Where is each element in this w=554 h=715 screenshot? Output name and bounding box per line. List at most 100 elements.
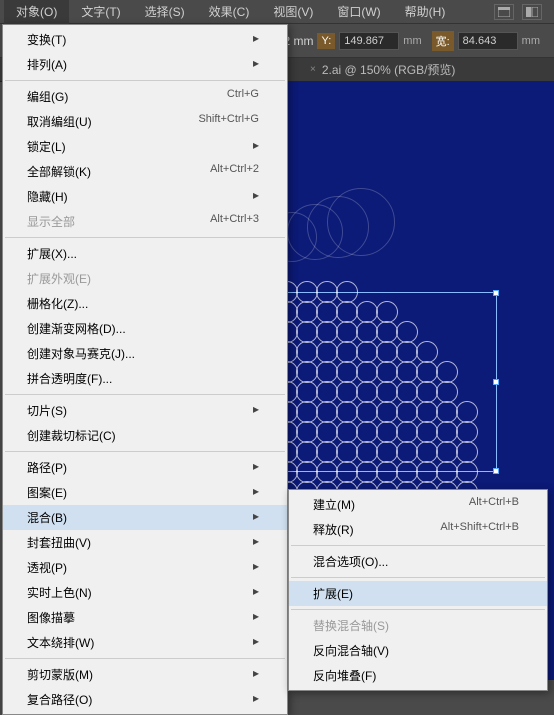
menu-item[interactable]: 扩展(E) — [289, 581, 547, 606]
menu-shortcut: Alt+Ctrl+2 — [210, 163, 259, 180]
menu-item-label: 透视(P) — [27, 559, 67, 576]
menu-item-label: 排列(A) — [27, 56, 67, 73]
menu-item-label: 实时上色(N) — [27, 584, 92, 601]
menu-item-label: 取消编组(U) — [27, 113, 92, 130]
menu-item[interactable]: 锁定(L) ▸ — [3, 134, 287, 159]
y-label: Y: — [317, 33, 335, 49]
menu-item[interactable]: 创建渐变网格(D)... — [3, 316, 287, 341]
layout-icon-2[interactable] — [522, 4, 542, 20]
menu-item-label: 扩展(X)... — [27, 245, 77, 262]
menu-item[interactable]: 变换(T) ▸ — [3, 27, 287, 52]
menu-item: 扩展外观(E) — [3, 266, 287, 291]
menu-item[interactable]: 编组(G) Ctrl+G — [3, 84, 287, 109]
menu-shortcut: Shift+Ctrl+G — [198, 113, 259, 130]
menu-item-label: 隐藏(H) — [27, 188, 68, 205]
menu-item[interactable]: 切片(S)▸ — [3, 398, 287, 423]
menu-item[interactable]: 图像描摹 ▸ — [3, 605, 287, 630]
menu-window[interactable]: 窗口(W) — [325, 0, 392, 24]
menu-item[interactable]: 剪切蒙版(M)▸ — [3, 662, 287, 687]
menu-item[interactable]: 隐藏(H) ▸ — [3, 184, 287, 209]
menu-item[interactable]: 复合路径(O)▸ — [3, 687, 287, 712]
menu-item-label: 编组(G) — [27, 88, 68, 105]
submenu-arrow-icon: ▸ — [253, 188, 259, 205]
menu-item[interactable]: 实时上色(N) ▸ — [3, 580, 287, 605]
menu-item[interactable]: 透视(P)▸ — [3, 555, 287, 580]
menu-help[interactable]: 帮助(H) — [393, 0, 458, 24]
tab-label: 2.ai @ 150% (RGB/预览) — [322, 61, 456, 78]
menu-shortcut: Alt+Ctrl+B — [469, 496, 519, 513]
submenu-arrow-icon: ▸ — [253, 534, 259, 551]
menu-item-label: 图像描摹 — [27, 609, 75, 626]
menu-object[interactable]: 对象(O) — [4, 0, 69, 24]
menu-item[interactable]: 排列(A)▸ — [3, 52, 287, 77]
menu-item-label: 图案(E) — [27, 484, 67, 501]
menu-item-label: 混合选项(O)... — [313, 553, 388, 570]
menu-item-label: 栅格化(Z)... — [27, 295, 88, 312]
menu-item-label: 全部解锁(K) — [27, 163, 91, 180]
layout-icon-1[interactable] — [494, 4, 514, 20]
tab-active[interactable]: × 2.ai @ 150% (RGB/预览) — [300, 57, 465, 82]
menu-item-label: 锁定(L) — [27, 138, 66, 155]
menu-item[interactable]: 扩展(X)... — [3, 241, 287, 266]
menu-item-label: 显示全部 — [27, 213, 75, 230]
w-input[interactable] — [458, 32, 518, 50]
blend-submenu: 建立(M) Alt+Ctrl+B 释放(R)Alt+Shift+Ctrl+B 混合选项… — [288, 489, 548, 691]
menu-item[interactable]: 图案(E) ▸ — [3, 480, 287, 505]
menu-item[interactable]: 路径(P)▸ — [3, 455, 287, 480]
menu-item[interactable]: 创建裁切标记(C) — [3, 423, 287, 448]
submenu-arrow-icon: ▸ — [253, 584, 259, 601]
menu-item-label: 反向堆叠(F) — [313, 667, 376, 684]
submenu-arrow-icon: ▸ — [253, 609, 259, 626]
y-input[interactable] — [339, 32, 399, 50]
menu-type[interactable]: 文字(T) — [69, 0, 132, 24]
menu-item-label: 变换(T) — [27, 31, 66, 48]
menu-item-label: 释放(R) — [313, 521, 354, 538]
submenu-arrow-icon: ▸ — [253, 31, 259, 48]
menu-item[interactable]: 混合(B) ▸ — [3, 505, 287, 530]
menubar: 对象(O) 文字(T) 选择(S) 效果(C) 视图(V) 窗口(W) 帮助(H… — [0, 0, 554, 24]
menu-item: 显示全部Alt+Ctrl+3 — [3, 209, 287, 234]
menubar-icons — [494, 4, 554, 20]
menu-separator — [291, 609, 545, 610]
menu-item[interactable]: 释放(R)Alt+Shift+Ctrl+B — [289, 517, 547, 542]
menu-item-label: 封套扭曲(V) — [27, 534, 91, 551]
menu-item[interactable]: 拼合透明度(F)... — [3, 366, 287, 391]
menu-view[interactable]: 视图(V) — [261, 0, 325, 24]
menu-item[interactable]: 栅格化(Z)... — [3, 291, 287, 316]
submenu-arrow-icon: ▸ — [253, 459, 259, 476]
menu-item-label: 切片(S) — [27, 402, 67, 419]
menu-shortcut: Ctrl+G — [227, 88, 259, 105]
menu-item[interactable]: 建立(M) Alt+Ctrl+B — [289, 492, 547, 517]
menu-item[interactable]: 全部解锁(K) Alt+Ctrl+2 — [3, 159, 287, 184]
menu-separator — [291, 545, 545, 546]
tab-close-icon[interactable]: × — [310, 64, 316, 75]
menu-item[interactable]: 创建对象马赛克(J)... — [3, 341, 287, 366]
menu-select[interactable]: 选择(S) — [133, 0, 197, 24]
submenu-arrow-icon: ▸ — [253, 138, 259, 155]
menu-item[interactable]: 文本绕排(W)▸ — [3, 630, 287, 655]
menu-item[interactable]: 反向混合轴(V) — [289, 638, 547, 663]
menu-effect[interactable]: 效果(C) — [197, 0, 262, 24]
menu-item[interactable]: 混合选项(O)... — [289, 549, 547, 574]
menu-item-label: 创建渐变网格(D)... — [27, 320, 126, 337]
menu-item[interactable]: 取消编组(U) Shift+Ctrl+G — [3, 109, 287, 134]
menu-item-label: 复合路径(O) — [27, 691, 92, 708]
menu-separator — [291, 577, 545, 578]
submenu-arrow-icon: ▸ — [253, 634, 259, 651]
menu-item: 替换混合轴(S) — [289, 613, 547, 638]
menu-item[interactable]: 封套扭曲(V) ▸ — [3, 530, 287, 555]
menu-item-label: 替换混合轴(S) — [313, 617, 389, 634]
menu-separator — [5, 451, 285, 452]
menu-separator — [5, 394, 285, 395]
menu-item-label: 扩展(E) — [313, 585, 353, 602]
menu-item-label: 创建对象马赛克(J)... — [27, 345, 135, 362]
menu-separator — [5, 237, 285, 238]
menu-item-label: 拼合透明度(F)... — [27, 370, 112, 387]
y-unit: mm — [403, 35, 421, 47]
menu-item-label: 混合(B) — [27, 509, 67, 526]
submenu-arrow-icon: ▸ — [253, 509, 259, 526]
menu-item-label: 建立(M) — [313, 496, 355, 513]
submenu-arrow-icon: ▸ — [253, 484, 259, 501]
menu-item-label: 创建裁切标记(C) — [27, 427, 116, 444]
menu-item[interactable]: 反向堆叠(F) — [289, 663, 547, 688]
